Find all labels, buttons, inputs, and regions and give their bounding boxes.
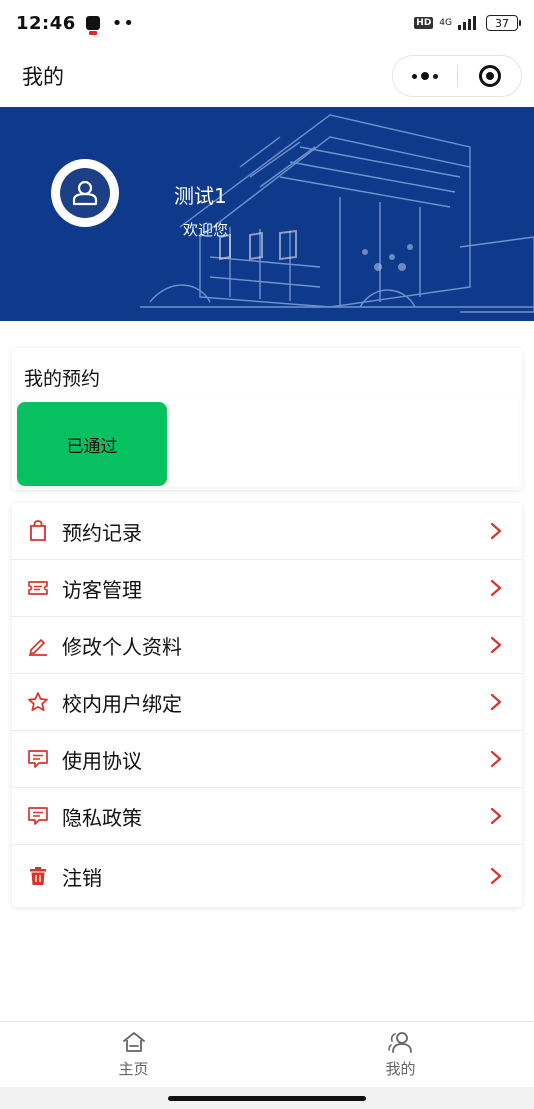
chevron-right-icon xyxy=(490,750,504,768)
menu-item-logout[interactable]: 注销 xyxy=(12,845,522,907)
nav-header: 我的 xyxy=(0,46,534,106)
chevron-right-icon xyxy=(490,522,504,540)
signal-icon xyxy=(458,16,476,30)
menu-item-label: 访客管理 xyxy=(62,577,142,602)
welcome-text: 欢迎您 xyxy=(183,221,229,239)
home-indicator[interactable] xyxy=(168,1096,366,1101)
shopping-bag-icon xyxy=(26,519,50,543)
user-group-icon xyxy=(387,1032,412,1053)
chevron-right-icon xyxy=(490,579,504,597)
menu-item-label: 使用协议 xyxy=(62,748,142,773)
tab-home-label: 主页 xyxy=(118,1060,149,1078)
menu-item-label: 校内用户绑定 xyxy=(62,691,182,716)
menu-item-label: 修改个人资料 xyxy=(62,634,182,659)
my-reservations-card: 我的预约 已通过 xyxy=(12,348,522,490)
chevron-right-icon xyxy=(490,867,504,885)
hd-icon: HD xyxy=(414,17,434,29)
menu-item-visitor-management[interactable]: 访客管理 xyxy=(12,560,522,617)
ticket-icon xyxy=(26,576,50,600)
status-passed-tab[interactable]: 已通过 xyxy=(17,402,167,486)
trash-icon xyxy=(26,864,50,888)
battery-level: 37 xyxy=(495,16,509,30)
gesture-bar xyxy=(0,1087,534,1109)
chevron-right-icon xyxy=(490,693,504,711)
status-time: 12:46 xyxy=(16,12,76,34)
tab-mine-label: 我的 xyxy=(385,1060,416,1078)
network-label: 4G xyxy=(439,17,452,28)
menu-item-label: 预约记录 xyxy=(62,520,142,545)
profile-banner: 测试1 欢迎您 xyxy=(0,107,534,321)
battery-icon: 37 xyxy=(486,15,521,31)
star-icon xyxy=(26,690,50,714)
menu-item-label: 注销 xyxy=(62,865,102,890)
reservations-title: 我的预约 xyxy=(24,368,101,390)
menu-item-user-agreement[interactable]: 使用协议 xyxy=(12,731,522,788)
username: 测试1 xyxy=(174,184,227,208)
page-title: 我的 xyxy=(22,65,64,89)
tab-mine[interactable]: 我的 xyxy=(267,1022,534,1087)
menu-list: 预约记录 访客管理 修改个人资料 校内用户绑定 使用协议 隐私政策 注销 xyxy=(12,503,522,907)
tab-home[interactable]: 主页 xyxy=(0,1022,267,1087)
menu-item-reservation-records[interactable]: 预约记录 xyxy=(12,503,522,560)
chevron-right-icon xyxy=(490,636,504,654)
more-options-button[interactable] xyxy=(393,72,457,80)
chevron-right-icon xyxy=(490,807,504,825)
close-miniapp-button[interactable] xyxy=(458,65,521,87)
message-icon xyxy=(26,747,50,771)
status-dots: •• xyxy=(111,12,136,34)
status-right: HD 4G 37 xyxy=(414,15,521,31)
tiktok-icon xyxy=(85,16,100,35)
message-icon xyxy=(26,804,50,828)
home-icon xyxy=(122,1032,145,1052)
menu-item-edit-profile[interactable]: 修改个人资料 xyxy=(12,617,522,674)
miniapp-capsule xyxy=(392,55,522,97)
menu-item-campus-binding[interactable]: 校内用户绑定 xyxy=(12,674,522,731)
user-avatar-icon xyxy=(60,168,110,218)
status-bar: 12:46 •• HD 4G 37 xyxy=(0,0,534,46)
avatar[interactable] xyxy=(51,159,119,227)
bottom-tab-bar: 主页 我的 xyxy=(0,1021,534,1087)
menu-item-label: 隐私政策 xyxy=(62,805,142,830)
pencil-icon xyxy=(26,633,50,657)
target-icon xyxy=(478,65,501,87)
menu-item-privacy-policy[interactable]: 隐私政策 xyxy=(12,788,522,845)
